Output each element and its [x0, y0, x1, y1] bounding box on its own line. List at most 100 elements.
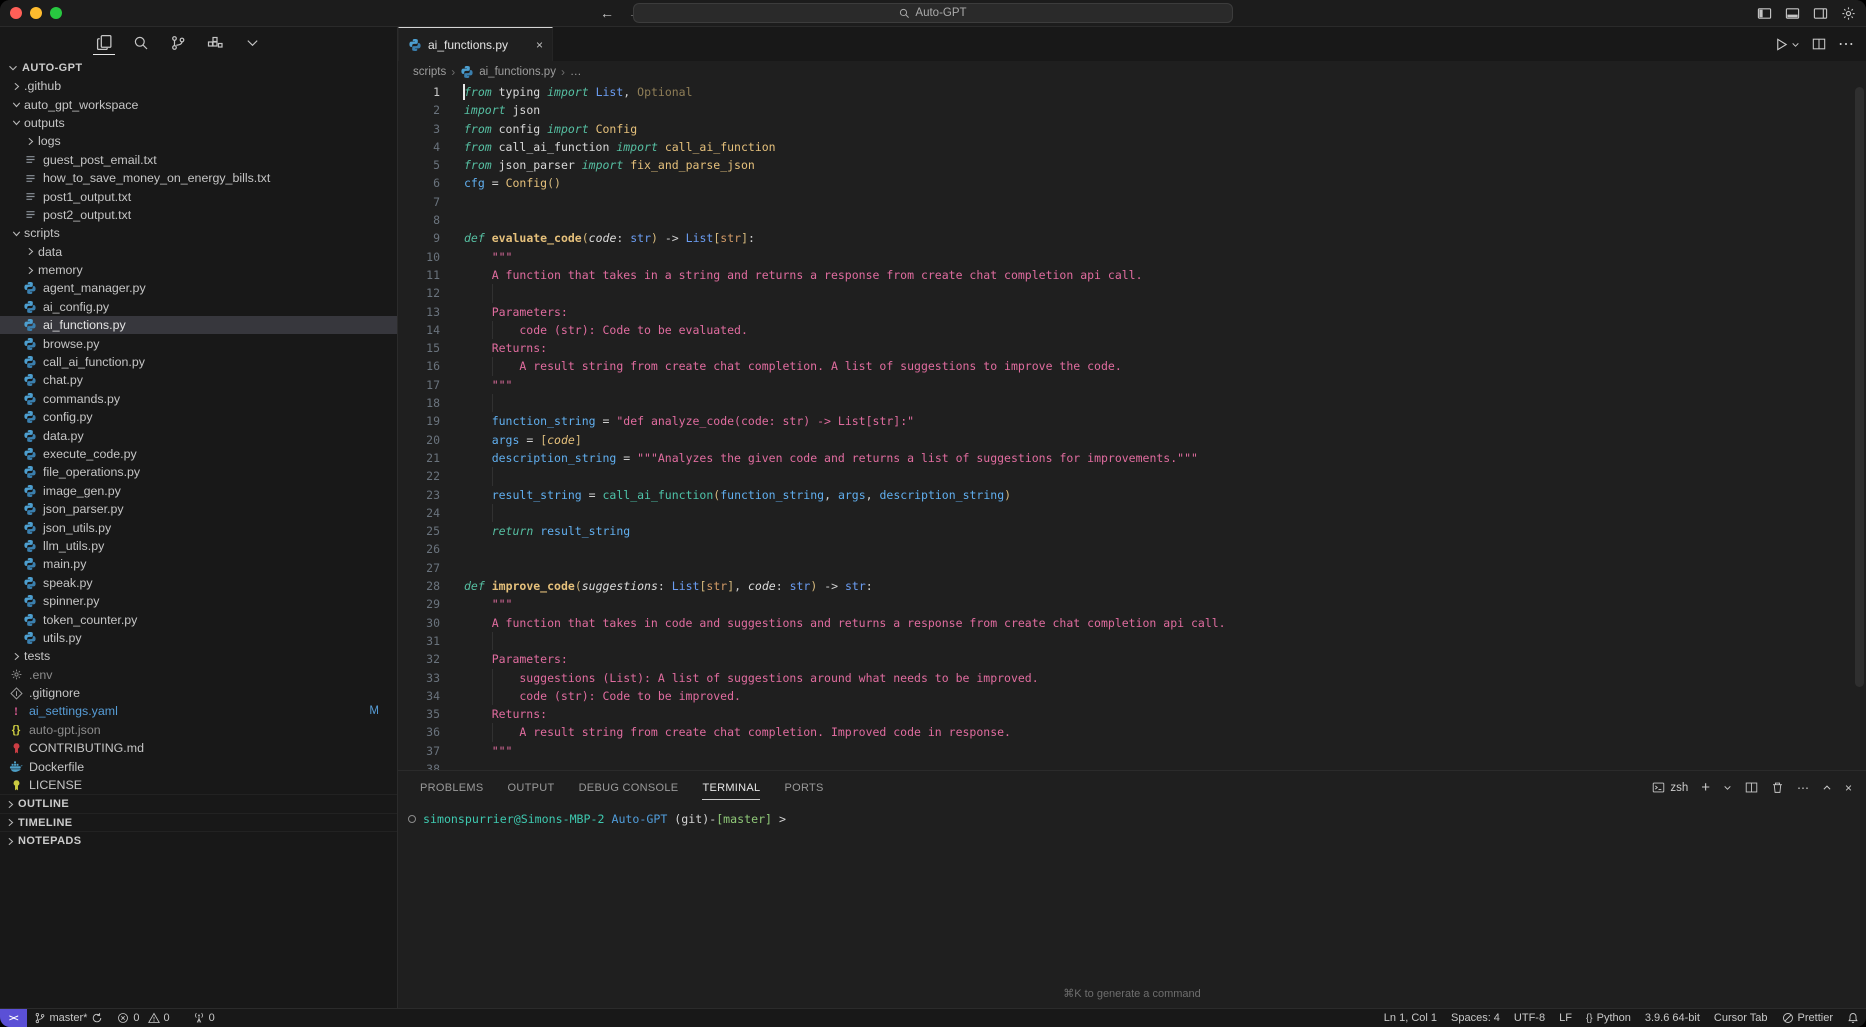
tree-item-spinner-py[interactable]: spinner.py [0, 592, 397, 610]
code-line-21[interactable]: 21 description_string = """Analyzes the … [398, 449, 1866, 467]
tree-item-license[interactable]: LICENSE [0, 776, 397, 794]
tree-item-ai-functions-py[interactable]: ai_functions.py [0, 316, 397, 334]
extensions-icon[interactable] [203, 30, 227, 56]
run-dropdown-icon[interactable] [1791, 40, 1800, 49]
status-encoding[interactable]: UTF-8 [1507, 1012, 1552, 1024]
tree-item-image-gen-py[interactable]: image_gen.py [0, 482, 397, 500]
sync-icon[interactable] [91, 1012, 103, 1024]
close-panel-icon[interactable]: × [1845, 781, 1852, 795]
code-line-19[interactable]: 19 function_string = "def analyze_code(c… [398, 412, 1866, 430]
views-chevron-icon[interactable] [240, 30, 264, 56]
code-line-27[interactable]: 27 [398, 559, 1866, 577]
tree-item-tests[interactable]: tests [0, 647, 397, 665]
close-tab-icon[interactable]: × [536, 38, 543, 52]
status-eol[interactable]: LF [1552, 1012, 1579, 1024]
breadcrumb-folder[interactable]: scripts [413, 66, 446, 78]
tree-item-logs[interactable]: logs [0, 132, 397, 150]
code-line-22[interactable]: 22 [398, 467, 1866, 485]
git-branch-status[interactable]: master* [27, 1012, 111, 1024]
terminal-dropdown-icon[interactable] [1723, 783, 1732, 792]
code-editor[interactable]: 1from typing import List, Optional2impor… [398, 83, 1866, 770]
tree-item-token-counter-py[interactable]: token_counter.py [0, 610, 397, 628]
tree-item-llm-utils-py[interactable]: llm_utils.py [0, 537, 397, 555]
sidebar-section-outline[interactable]: OUTLINE [0, 794, 397, 813]
breadcrumb-symbol[interactable]: … [570, 66, 582, 78]
code-line-24[interactable]: 24 [398, 504, 1866, 522]
code-line-4[interactable]: 4from call_ai_function import call_ai_fu… [398, 138, 1866, 156]
panel-tab-terminal[interactable]: TERMINAL [702, 778, 760, 798]
tree-item-post2-output-txt[interactable]: post2_output.txt [0, 206, 397, 224]
terminal-profile-button[interactable]: zsh [1652, 781, 1688, 794]
close-window-button[interactable] [10, 7, 22, 19]
code-line-20[interactable]: 20 args = [code] [398, 431, 1866, 449]
explorer-root-header[interactable]: AUTO-GPT [0, 58, 397, 77]
panel-tab-problems[interactable]: PROBLEMS [420, 778, 484, 798]
panel-more-icon[interactable]: ⋯ [1797, 781, 1809, 795]
code-line-32[interactable]: 32 Parameters: [398, 650, 1866, 668]
tree-item-execute-code-py[interactable]: execute_code.py [0, 445, 397, 463]
code-line-25[interactable]: 25 return result_string [398, 522, 1866, 540]
kill-terminal-icon[interactable] [1771, 781, 1784, 794]
code-line-6[interactable]: 6cfg = Config() [398, 174, 1866, 192]
more-actions-icon[interactable]: ⋯ [1838, 34, 1854, 54]
layout-sidebar-right-icon[interactable] [1812, 5, 1828, 21]
code-line-11[interactable]: 11 A function that takes in a string and… [398, 266, 1866, 284]
tree-item-data[interactable]: data [0, 243, 397, 261]
tree-item-ai-config-py[interactable]: ai_config.py [0, 298, 397, 316]
code-line-2[interactable]: 2import json [398, 101, 1866, 119]
terminal-command-decoration[interactable] [408, 815, 416, 823]
tab-ai-functions[interactable]: ai_functions.py × [398, 27, 553, 61]
problems-status[interactable]: 0 0 [110, 1012, 176, 1024]
code-line-36[interactable]: 36 A result string from create chat comp… [398, 723, 1866, 741]
code-line-31[interactable]: 31 [398, 632, 1866, 650]
tree-item-call-ai-function-py[interactable]: call_ai_function.py [0, 353, 397, 371]
code-line-33[interactable]: 33 suggestions (List): A list of suggest… [398, 669, 1866, 687]
new-terminal-icon[interactable]: + [1701, 779, 1710, 796]
code-line-17[interactable]: 17 """ [398, 376, 1866, 394]
status-cursor-tab[interactable]: Cursor Tab [1707, 1012, 1775, 1024]
layout-panel-icon[interactable] [1784, 5, 1800, 21]
remote-indicator[interactable]: >< [0, 1009, 27, 1027]
status-language-mode[interactable]: {}Python [1579, 1012, 1638, 1024]
tree-item-contributing-md[interactable]: CONTRIBUTING.md [0, 739, 397, 757]
tree-item-ai-settings-yaml[interactable]: !ai_settings.yamlM [0, 702, 397, 720]
code-line-3[interactable]: 3from config import Config [398, 120, 1866, 138]
tree-item-config-py[interactable]: config.py [0, 408, 397, 426]
tree-item-json-utils-py[interactable]: json_utils.py [0, 518, 397, 536]
panel-tab-debug-console[interactable]: DEBUG CONSOLE [579, 778, 679, 798]
code-line-34[interactable]: 34 code (str): Code to be improved. [398, 687, 1866, 705]
tree-item--env[interactable]: .env [0, 666, 397, 684]
layout-sidebar-left-icon[interactable] [1756, 5, 1772, 21]
code-line-1[interactable]: 1from typing import List, Optional [398, 83, 1866, 101]
tree-item-utils-py[interactable]: utils.py [0, 629, 397, 647]
code-line-18[interactable]: 18 [398, 394, 1866, 412]
code-line-26[interactable]: 26 [398, 540, 1866, 558]
tree-item-commands-py[interactable]: commands.py [0, 390, 397, 408]
terminal[interactable]: simonspurrier@Simons-MBP-2 Auto-GPT (git… [398, 804, 1866, 1008]
tree-item-scripts[interactable]: scripts [0, 224, 397, 242]
code-line-8[interactable]: 8 [398, 211, 1866, 229]
maximize-panel-icon[interactable] [1822, 783, 1832, 793]
code-line-12[interactable]: 12 [398, 284, 1866, 302]
code-line-16[interactable]: 16 A result string from create chat comp… [398, 357, 1866, 375]
tree-item-main-py[interactable]: main.py [0, 555, 397, 573]
status-indentation[interactable]: Spaces: 4 [1444, 1012, 1507, 1024]
code-line-28[interactable]: 28def improve_code(suggestions: List[str… [398, 577, 1866, 595]
breadcrumb-file[interactable]: ai_functions.py [479, 66, 556, 78]
code-line-35[interactable]: 35 Returns: [398, 705, 1866, 723]
tree-item-data-py[interactable]: data.py [0, 426, 397, 444]
code-line-5[interactable]: 5from json_parser import fix_and_parse_j… [398, 156, 1866, 174]
tree-item-agent-manager-py[interactable]: agent_manager.py [0, 279, 397, 297]
tree-item--gitignore[interactable]: .gitignore [0, 684, 397, 702]
explorer-icon[interactable] [92, 30, 116, 56]
status-cursor-position[interactable]: Ln 1, Col 1 [1377, 1012, 1444, 1024]
code-line-23[interactable]: 23 result_string = call_ai_function(func… [398, 486, 1866, 504]
split-editor-icon[interactable] [1812, 37, 1826, 51]
code-line-37[interactable]: 37 """ [398, 742, 1866, 760]
code-line-10[interactable]: 10 """ [398, 248, 1866, 266]
tree-item-speak-py[interactable]: speak.py [0, 574, 397, 592]
panel-tab-ports[interactable]: PORTS [784, 778, 823, 798]
code-line-7[interactable]: 7 [398, 193, 1866, 211]
tree-item-json-parser-py[interactable]: json_parser.py [0, 500, 397, 518]
tree-item-file-operations-py[interactable]: file_operations.py [0, 463, 397, 481]
